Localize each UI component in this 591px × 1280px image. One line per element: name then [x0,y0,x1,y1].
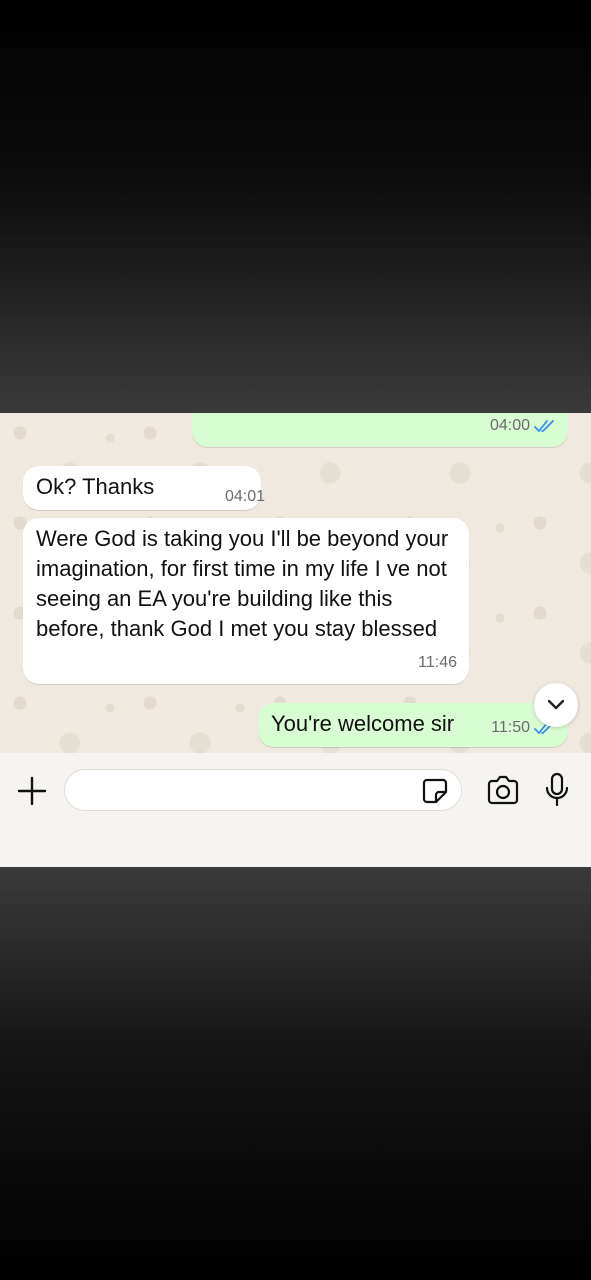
message-input-box[interactable] [64,769,462,811]
message-time: 11:46 [418,654,457,671]
camera-icon[interactable] [486,775,520,805]
chat-area[interactable]: 04:00 Ok? Thanks 04:01 Were God is takin… [0,413,591,753]
chevron-down-icon [547,699,565,710]
message-text: You're welcome sir [271,711,455,736]
plus-icon[interactable] [16,775,48,807]
screenshot-backdrop-bottom [0,867,591,1280]
message-composer [0,753,591,867]
sticker-icon[interactable] [421,777,449,805]
message-text: Ok? Thanks [36,474,155,499]
message-incoming[interactable]: Were God is taking you I'll be beyond yo… [23,518,469,684]
scroll-to-bottom-button[interactable] [534,683,578,727]
message-outgoing[interactable]: 04:00 [192,413,568,447]
message-time: 11:50 [491,719,530,736]
chat-screen: 04:00 Ok? Thanks 04:01 Were God is takin… [0,413,591,867]
message-input[interactable] [81,770,411,810]
message-meta: 04:01 [181,480,265,510]
message-time: 04:00 [489,417,530,434]
message-meta: 04:00 [490,413,556,441]
message-incoming[interactable]: Ok? Thanks 04:01 [23,466,265,510]
microphone-icon[interactable] [544,772,570,808]
message-meta: 11:46 [418,648,457,678]
message-outgoing[interactable]: You're welcome sir 11:50 [258,703,568,747]
message-text: Were God is taking you I'll be beyond yo… [36,526,449,641]
message-time: 04:01 [224,488,265,505]
screenshot-backdrop-top [0,0,591,413]
read-ticks-icon [534,420,554,433]
